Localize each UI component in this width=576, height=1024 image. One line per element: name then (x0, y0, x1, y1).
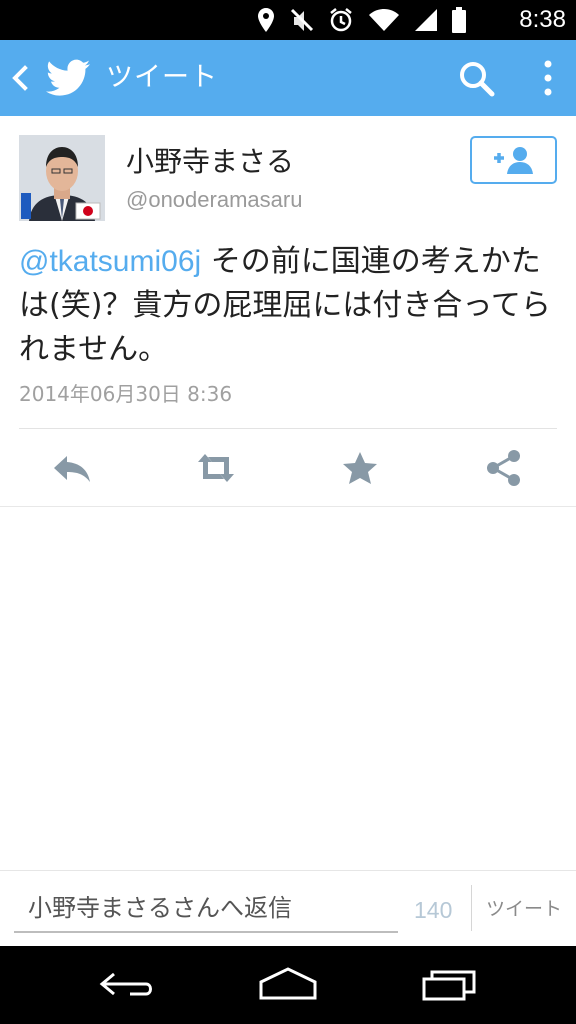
app-bar: ツイート (0, 40, 576, 116)
mute-icon (290, 8, 314, 32)
tweet-button[interactable]: ツイート (478, 893, 570, 925)
tweet-actions (0, 438, 576, 498)
divider (19, 428, 557, 429)
add-user-icon (494, 147, 533, 174)
follow-button[interactable] (470, 136, 557, 184)
avatar[interactable] (19, 135, 105, 221)
reply-bar: 140 ツイート (0, 870, 576, 946)
recents-nav-icon[interactable] (414, 964, 484, 1004)
back-nav-icon[interactable] (92, 964, 162, 1004)
user-handle[interactable]: @onoderamasaru (126, 185, 302, 215)
signal-icon (415, 9, 437, 31)
char-counter: 140 (414, 897, 453, 923)
location-icon (258, 8, 274, 32)
status-time: 8:38 (519, 6, 566, 33)
retweet-icon[interactable] (195, 448, 237, 488)
reply-icon[interactable] (51, 448, 93, 488)
share-icon[interactable] (483, 448, 525, 488)
battery-icon (452, 7, 466, 33)
navigation-bar (0, 946, 576, 1024)
user-name[interactable]: 小野寺まさる (126, 144, 294, 180)
alarm-icon (330, 8, 352, 32)
divider (471, 885, 472, 931)
status-bar: 8:38 (0, 0, 576, 40)
twitter-bird-icon (46, 59, 90, 96)
mention-link[interactable]: @tkatsumi06j (19, 245, 201, 278)
favorite-star-icon[interactable] (339, 448, 381, 488)
more-vert-icon[interactable] (536, 58, 560, 98)
home-nav-icon[interactable] (253, 964, 323, 1004)
divider (0, 506, 576, 507)
wifi-icon (369, 9, 399, 31)
reply-input[interactable] (14, 885, 398, 933)
page-title: ツイート (106, 62, 218, 93)
status-icons (256, 6, 466, 34)
search-icon[interactable] (458, 60, 496, 98)
back-icon[interactable] (8, 62, 32, 94)
tweet-text: @tkatsumi06j その前に国連の考えかたは(笑)？貴方の屁理屈には付き合… (19, 240, 559, 372)
tweet-timestamp: 2014年06月30日 8:36 (19, 382, 233, 406)
